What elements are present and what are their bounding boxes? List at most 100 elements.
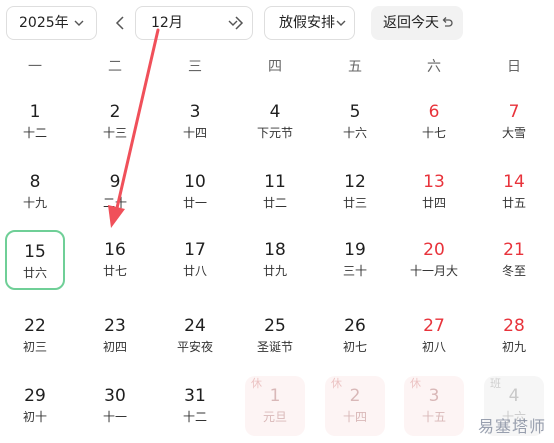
day-cell[interactable]: 7 大雪 (484, 92, 544, 152)
weekday-label: 日 (507, 59, 521, 75)
lunar-date: 初三 (22, 340, 47, 354)
day-number: 10 (184, 172, 206, 192)
day-cell[interactable]: 21 冬至 (484, 230, 544, 290)
day-cell[interactable]: 休 3 十五 (404, 376, 464, 436)
day-cell[interactable]: 1 十二 (5, 92, 65, 152)
year-dropdown[interactable]: 2025年 (6, 6, 97, 40)
watermark: 易塞塔师 (477, 417, 546, 436)
day-number: 22 (24, 316, 46, 336)
day-number: 4 (508, 386, 520, 406)
lunar-date: 冬至 (501, 264, 526, 278)
day-cell[interactable]: 14 廿五 (484, 162, 544, 222)
day-cell[interactable]: 31 十二 (165, 376, 225, 436)
day-cell[interactable]: 22 初三 (5, 306, 65, 366)
lunar-date: 廿三 (342, 196, 367, 210)
lunar-date: 初七 (342, 340, 367, 354)
day-cell[interactable]: 25 圣诞节 (245, 306, 305, 366)
lunar-date: 廿四 (421, 196, 446, 210)
day-cell[interactable]: 26 初七 (325, 306, 385, 366)
year-dropdown-label: 2025年 (19, 15, 69, 31)
day-cell[interactable]: 休 1 元旦 (245, 376, 305, 436)
day-cell[interactable]: 13 廿四 (404, 162, 464, 222)
back-to-today-label: 返回今天 (383, 15, 439, 31)
holiday-schedule-dropdown[interactable]: 放假安排 (264, 6, 355, 40)
weekday-label: 三 (188, 59, 202, 75)
day-cell[interactable]: 27 初八 (404, 306, 464, 366)
day-number: 24 (184, 316, 206, 336)
lunar-date: 十六 (342, 126, 367, 140)
day-cell[interactable]: 11 廿二 (245, 162, 305, 222)
lunar-date: 平安夜 (176, 340, 213, 354)
day-number: 23 (104, 316, 126, 336)
day-cell[interactable]: 16 廿七 (85, 230, 145, 290)
day-cell[interactable]: 6 十七 (404, 92, 464, 152)
day-number: 25 (264, 316, 286, 336)
day-cell[interactable]: 5 十六 (325, 92, 385, 152)
day-cell[interactable]: 19 三十 (325, 230, 385, 290)
day-number: 12 (344, 172, 366, 192)
lunar-date: 元旦 (262, 410, 287, 424)
day-cell[interactable]: 4 下元节 (245, 92, 305, 152)
day-number: 29 (24, 386, 46, 406)
lunar-date: 初十 (22, 410, 47, 424)
day-number: 2 (349, 386, 361, 406)
day-number: 9 (109, 172, 121, 192)
month-dropdown-label: 12月 (151, 15, 183, 31)
lunar-date: 十四 (342, 410, 367, 424)
day-number: 13 (423, 172, 445, 192)
holiday-schedule-label: 放假安排 (279, 15, 335, 31)
day-cell[interactable]: 30 十一 (85, 376, 145, 436)
lunar-date: 初八 (421, 340, 446, 354)
day-cell[interactable]: 17 廿八 (165, 230, 225, 290)
lunar-date: 十九 (22, 196, 47, 210)
lunar-date: 廿一 (182, 196, 207, 210)
weekday-label: 一 (28, 59, 42, 75)
lunar-date: 十五 (421, 410, 446, 424)
day-cell[interactable]: 24 平安夜 (165, 306, 225, 366)
day-number: 17 (184, 240, 206, 260)
lunar-date: 廿七 (102, 264, 127, 278)
day-cell[interactable]: 20 十一月大 (404, 230, 464, 290)
day-number: 7 (508, 102, 520, 122)
day-cell[interactable]: 2 十三 (85, 92, 145, 152)
day-number: 26 (344, 316, 366, 336)
day-cell[interactable]: 29 初十 (5, 376, 65, 436)
weekday-header: 一二三四五六日 (0, 50, 554, 76)
lunar-date: 二十 (102, 196, 127, 210)
previous-month-icon[interactable] (114, 13, 126, 33)
day-cell[interactable]: 28 初九 (484, 306, 544, 366)
day-number: 4 (269, 102, 281, 122)
weekday-label: 二 (108, 59, 122, 75)
day-number: 16 (104, 240, 126, 260)
undo-icon (442, 17, 453, 27)
day-number: 6 (428, 102, 440, 122)
day-cell[interactable]: 8 十九 (5, 162, 65, 222)
lunar-date: 廿五 (501, 196, 526, 210)
lunar-date: 十二 (22, 126, 47, 140)
lunar-date: 十二 (182, 410, 207, 424)
lunar-date: 十一月大 (409, 264, 458, 278)
day-cell[interactable]: 10 廿一 (165, 162, 225, 222)
weekday-label: 五 (348, 59, 362, 75)
chevron-down-icon (336, 20, 346, 26)
day-cell-selected[interactable]: 15 廿六 (5, 230, 65, 290)
day-cell[interactable]: 18 廿九 (245, 230, 305, 290)
day-cell[interactable]: 12 廿三 (325, 162, 385, 222)
day-cell[interactable]: 23 初四 (85, 306, 145, 366)
lunar-date: 廿六 (22, 266, 47, 280)
day-cell[interactable]: 3 十四 (165, 92, 225, 152)
lunar-date: 初四 (102, 340, 127, 354)
day-number: 11 (264, 172, 286, 192)
back-to-today-button[interactable]: 返回今天 (371, 6, 463, 40)
day-cell[interactable]: 休 2 十四 (325, 376, 385, 436)
lunar-date: 十一 (102, 410, 127, 424)
calendar-grid: 1 十二 2 十三 3 十四 4 下元节 5 十六 6 十七 7 大雪 8 十九 9 二十 10 廿一 11 廿二 12 廿三… (0, 80, 554, 443)
day-number: 18 (264, 240, 286, 260)
day-cell[interactable]: 9 二十 (85, 162, 145, 222)
day-number: 15 (24, 242, 46, 262)
next-month-icon[interactable] (233, 13, 245, 33)
chevron-down-icon (74, 20, 84, 26)
day-number: 30 (104, 386, 126, 406)
day-number: 31 (184, 386, 206, 406)
day-number: 3 (428, 386, 440, 406)
